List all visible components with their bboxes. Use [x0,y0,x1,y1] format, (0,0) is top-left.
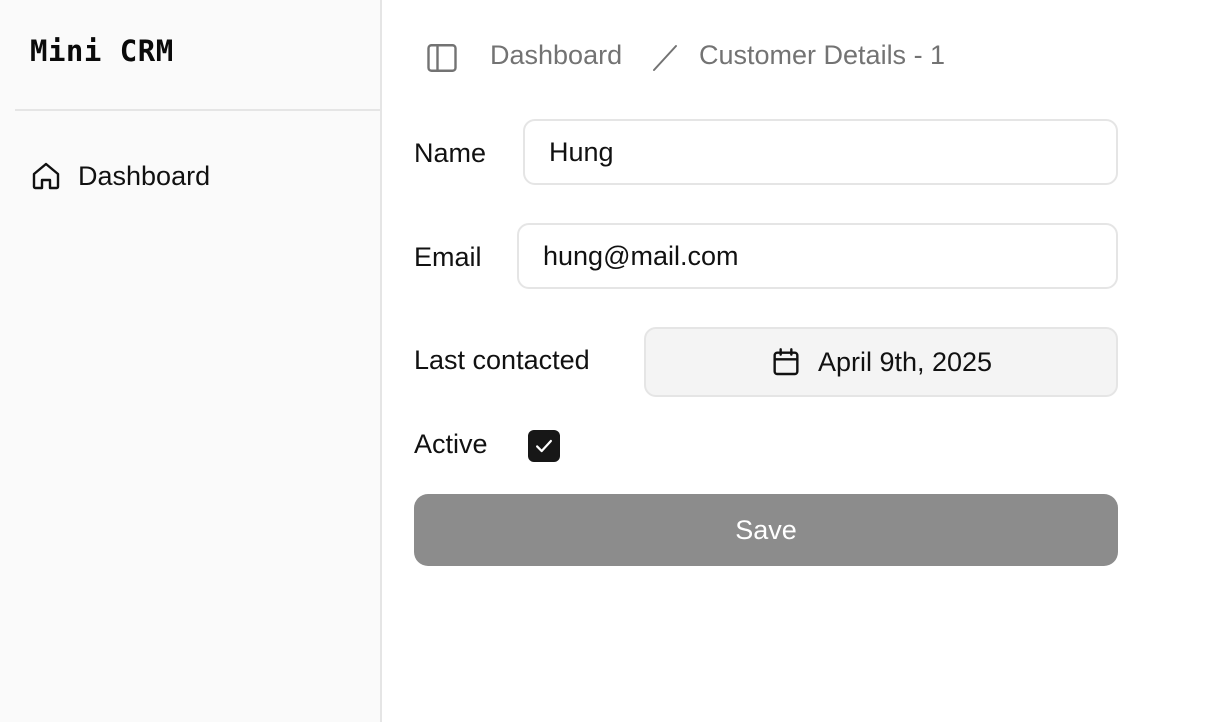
name-label: Name [414,138,487,168]
last-contacted-value: April 9th, 2025 [817,346,993,377]
sidebar: Mini CRM Dashboard [0,0,382,722]
sidebar-item-label: Dashboard [78,161,211,191]
name-input[interactable] [523,119,1118,185]
home-icon [32,162,60,190]
breadcrumb-current-page: Customer Details - 1 [699,40,946,70]
app-title: Mini CRM [30,34,174,68]
calendar-icon [773,348,799,376]
last-contacted-label: Last contacted [414,345,590,375]
sidebar-item-dashboard[interactable]: Dashboard [16,150,366,202]
email-input[interactable] [517,223,1118,289]
sidebar-divider [15,109,380,111]
active-label: Active [414,429,488,459]
breadcrumb-dashboard-link[interactable]: Dashboard [490,40,622,71]
save-button[interactable]: Save [414,494,1118,566]
check-icon [536,439,552,453]
sidebar-toggle-icon[interactable] [424,40,460,76]
active-checkbox[interactable] [528,430,560,462]
email-label: Email [414,242,482,272]
last-contacted-date-picker[interactable]: April 9th, 2025 [644,327,1118,397]
main-content: Dashboard Customer Details - 1 Name Emai… [382,0,1206,722]
breadcrumb-separator-icon [653,45,677,71]
